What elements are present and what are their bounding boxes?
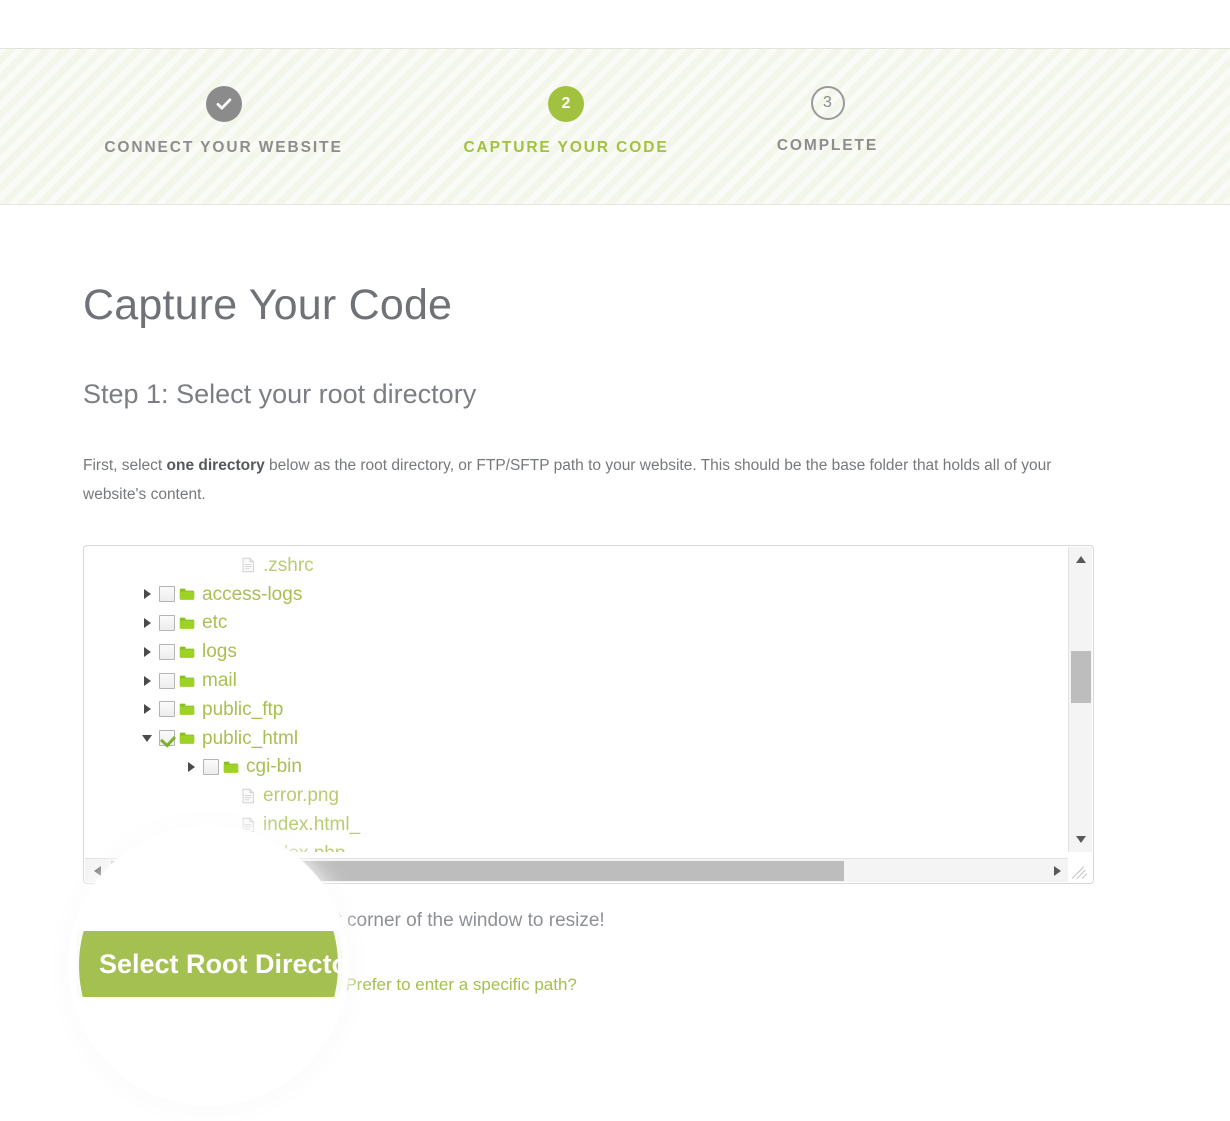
tree-item-label: public_html xyxy=(202,727,299,749)
tree-item-label: public_ftp xyxy=(202,698,284,720)
tree-item-checkbox[interactable] xyxy=(159,730,175,747)
folder-icon xyxy=(179,646,195,658)
section-title: Step 1: Select your root directory xyxy=(83,379,477,409)
tree-item-checkbox[interactable] xyxy=(203,758,219,775)
folder-icon xyxy=(223,761,239,773)
check-icon xyxy=(216,98,231,110)
folder-icon xyxy=(179,588,195,600)
action-row: Select Root Directory Prefer to enter a … xyxy=(83,936,1230,1007)
specific-path-link[interactable]: Prefer to enter a specific path? xyxy=(345,975,577,995)
tree-item-cgi-bin[interactable]: cgi-bin xyxy=(84,753,1062,782)
step-label-complete: COMPLETE xyxy=(776,137,879,154)
tree-horizontal-scrollbar[interactable] xyxy=(85,858,1070,882)
scroll-left-arrow-icon[interactable] xyxy=(85,859,109,883)
wizard-step-bar: CONNECT YOUR WEBSITE 2 CAPTURE YOUR CODE… xyxy=(0,48,1230,205)
resize-grip-icon[interactable] xyxy=(1068,858,1092,882)
step-marker-todo: 3 xyxy=(810,86,845,120)
tree-item-checkbox[interactable] xyxy=(159,672,175,689)
tree-item-label: etc xyxy=(202,612,228,634)
file-icon xyxy=(242,817,254,832)
tree-item-label: index.html_ xyxy=(263,814,361,836)
intro-paragraph: First, select one directory below as the… xyxy=(83,410,1095,509)
tree-vertical-scrollbar[interactable] xyxy=(1068,547,1092,852)
tree-item-index.html_[interactable]: index.html_ xyxy=(84,810,1062,839)
step-label-capture: CAPTURE YOUR CODE xyxy=(463,139,669,156)
page-title: Capture Your Code xyxy=(83,281,453,329)
tree-item-label: logs xyxy=(202,641,237,663)
chevron-right-icon[interactable] xyxy=(186,761,198,773)
chevron-right-icon[interactable] xyxy=(142,675,154,687)
tree-item-index.php[interactable]: index.php xyxy=(84,839,1062,852)
tree-item-label: access-logs xyxy=(202,583,303,605)
directory-tree-panel[interactable]: .zshrc access-logs etc logs mail public_ftppu… xyxy=(83,545,1094,884)
tree-item-checkbox[interactable] xyxy=(159,586,175,603)
chevron-down-icon[interactable] xyxy=(142,732,154,744)
file-icon xyxy=(242,558,254,573)
chevron-right-icon[interactable] xyxy=(142,703,154,715)
chevron-right-icon[interactable] xyxy=(142,617,154,629)
scroll-up-arrow-icon[interactable] xyxy=(1069,547,1093,571)
step-label-connect: CONNECT YOUR WEBSITE xyxy=(104,139,343,156)
step-marker-done xyxy=(205,86,242,122)
wizard-step-complete[interactable]: 3 COMPLETE xyxy=(685,49,970,155)
select-root-directory-button[interactable]: Select Root Directory xyxy=(83,963,328,1007)
tree-item-access-logs[interactable]: access-logs xyxy=(84,580,1062,609)
tree-item-public_ftp[interactable]: public_ftp xyxy=(84,695,1062,724)
tree-item-logs[interactable]: logs xyxy=(84,637,1062,666)
scroll-right-arrow-icon[interactable] xyxy=(1046,859,1070,883)
wizard-step-connect[interactable]: CONNECT YOUR WEBSITE xyxy=(0,49,447,157)
tree-item-label: index.php xyxy=(263,844,345,852)
folder-icon xyxy=(179,617,195,629)
vertical-scroll-thumb[interactable] xyxy=(1071,651,1091,703)
tree-item-checkbox[interactable] xyxy=(159,701,175,718)
tree-item-label: .zshrc xyxy=(263,554,314,576)
top-strip xyxy=(0,0,1230,48)
folder-icon xyxy=(179,675,195,687)
tree-item-public_html[interactable]: public_html xyxy=(84,724,1062,753)
tree-item-checkbox[interactable] xyxy=(159,643,175,660)
main-content: Capture Your Code Step 1: Select your ro… xyxy=(0,205,1230,1007)
chevron-right-icon[interactable] xyxy=(142,646,154,658)
tree-item-error.png[interactable]: error.png xyxy=(84,781,1062,810)
horizontal-scroll-thumb[interactable] xyxy=(111,861,844,881)
tree-item-.zshrc[interactable]: .zshrc xyxy=(84,551,1062,580)
chevron-right-icon[interactable] xyxy=(142,588,154,600)
resize-hint: Click and drag the bottom right corner o… xyxy=(83,910,605,931)
tree-item-checkbox[interactable] xyxy=(159,614,175,631)
directory-tree-list[interactable]: .zshrc access-logs etc logs mail public_ftppu… xyxy=(84,546,1062,852)
folder-icon xyxy=(179,732,195,744)
wizard-steps: CONNECT YOUR WEBSITE 2 CAPTURE YOUR CODE… xyxy=(0,49,1230,204)
wizard-step-capture[interactable]: 2 CAPTURE YOUR CODE xyxy=(447,49,685,157)
tree-item-label: mail xyxy=(202,670,237,692)
tree-item-label: error.png xyxy=(263,785,340,807)
step-marker-active: 2 xyxy=(548,86,584,122)
file-icon xyxy=(242,788,254,803)
file-icon xyxy=(242,846,254,852)
intro-text-lead: First, select xyxy=(83,457,167,474)
tree-item-label: cgi-bin xyxy=(246,756,302,778)
intro-text-strong: one directory xyxy=(166,457,265,474)
folder-icon xyxy=(179,703,195,716)
scroll-down-arrow-icon[interactable] xyxy=(1069,828,1093,852)
tree-item-etc[interactable]: etc xyxy=(84,609,1062,638)
tree-item-mail[interactable]: mail xyxy=(84,666,1062,695)
